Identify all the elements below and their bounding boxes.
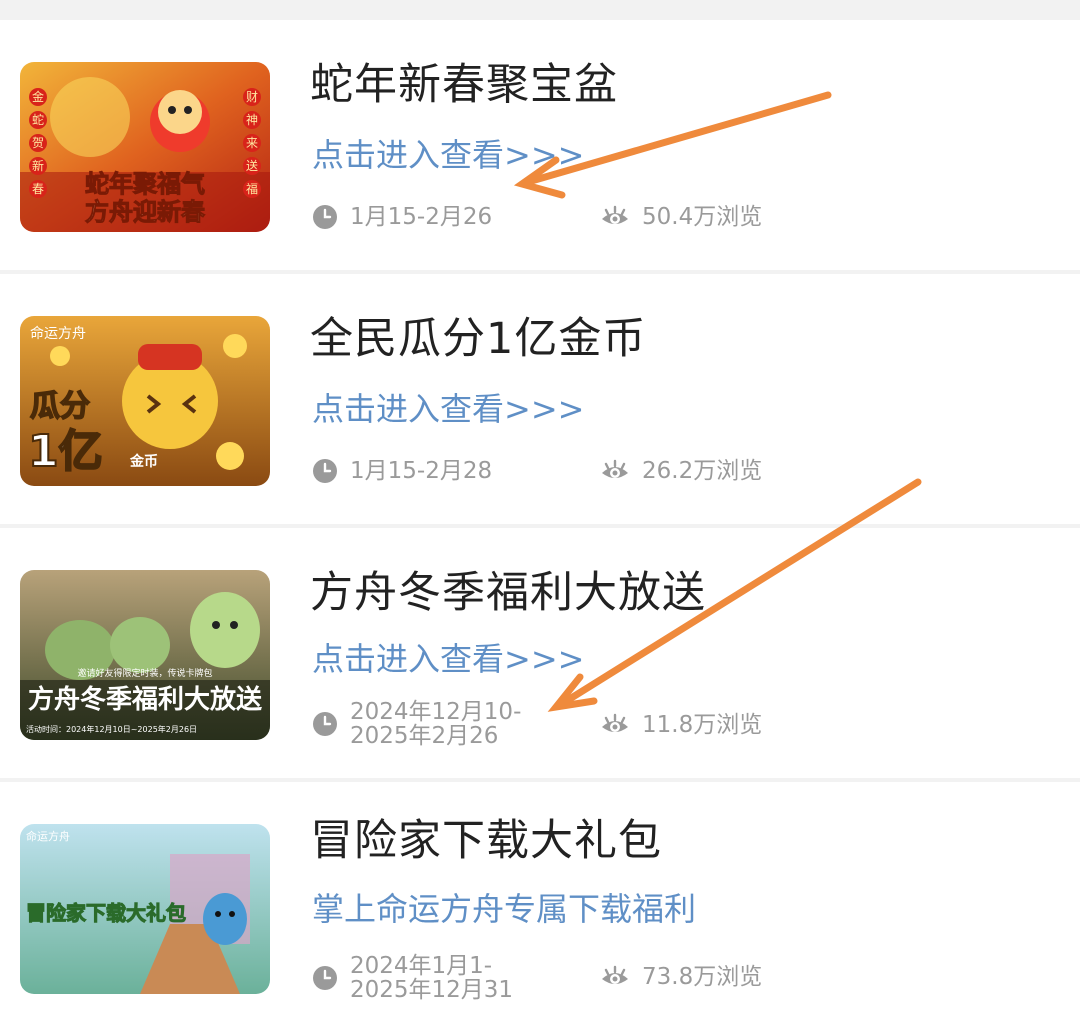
svg-text:蛇: 蛇 — [32, 112, 44, 127]
thumb-caption-3: 金币 — [129, 453, 158, 470]
clock-icon — [313, 712, 337, 736]
thumb-subcaption: 邀请好友得限定时装，传说卡牌包 — [77, 667, 212, 679]
svg-text:来: 来 — [246, 136, 258, 150]
thumb-caption-1: 瓜分 — [30, 389, 90, 424]
activity-thumbnail[interactable]: 命运方舟 瓜分 1亿 金币 — [20, 316, 270, 486]
thumb-caption-2: 1亿 — [28, 426, 103, 477]
activity-title[interactable]: 蛇年新春聚宝盆 — [310, 50, 618, 112]
svg-text:贺: 贺 — [32, 136, 44, 150]
clock-icon — [313, 205, 337, 229]
activity-date: 1月15-2月28 — [312, 458, 492, 484]
activity-title[interactable]: 全民瓜分1亿金币 — [310, 304, 646, 366]
clock-icon — [313, 459, 337, 483]
activity-date: 2024年1月1-2025年12月31 — [312, 954, 550, 1002]
svg-text:金: 金 — [32, 89, 44, 104]
activity-date-text: 2024年12月10-2025年2月26 — [350, 699, 522, 749]
activity-date: 2024年12月10-2025年2月26 — [312, 700, 550, 748]
activity-views-text: 73.8万浏览 — [642, 964, 763, 990]
thumb-caption-2: 方舟迎新春 — [85, 198, 205, 226]
activity-card[interactable]: 邀请好友得限定时装，传说卡牌包 方舟冬季福利大放送 活动时间：2024年12月1… — [0, 528, 1080, 778]
activity-thumbnail[interactable]: 命运方舟 冒险家下载大礼包 — [20, 824, 270, 994]
activity-views-text: 26.2万浏览 — [642, 458, 763, 484]
thumb-caption: 冒险家下载大礼包 — [26, 901, 186, 925]
activity-views: 11.8万浏览 — [600, 712, 762, 738]
activity-date-text: 1月15-2月28 — [350, 458, 493, 484]
activity-link[interactable]: 点击进入查看>>> — [312, 384, 584, 430]
activity-card[interactable]: 命运方舟 瓜分 1亿 金币 全民瓜分1亿金币 点击进入查看>>> 1月15-2月… — [0, 274, 1080, 524]
activity-date-text: 2024年1月1-2025年12月31 — [350, 953, 514, 1003]
eye-icon — [602, 713, 628, 732]
eye-icon — [602, 965, 628, 984]
eye-icon — [602, 205, 628, 224]
activity-views-text: 11.8万浏览 — [642, 712, 763, 738]
activity-date-text: 1月15-2月26 — [350, 204, 493, 230]
activity-link[interactable]: 点击进入查看>>> — [312, 130, 584, 176]
activity-views-text: 50.4万浏览 — [642, 204, 763, 230]
svg-text:春: 春 — [32, 182, 44, 196]
thumb-caption-1: 蛇年聚福气 — [85, 170, 205, 198]
activity-views: 73.8万浏览 — [600, 964, 762, 990]
activity-list-page: 蛇年聚福气 方舟迎新春 金 蛇 贺 新 春 财 神 来 送 福 蛇年新春聚宝盆 … — [0, 0, 1080, 1029]
thumb-brand: 命运方舟 — [26, 829, 70, 843]
activity-link[interactable]: 掌上命运方舟专属下载福利 — [312, 884, 696, 930]
eye-icon — [602, 459, 628, 478]
activity-title[interactable]: 方舟冬季福利大放送 — [310, 558, 706, 620]
svg-text:新: 新 — [32, 158, 44, 173]
activity-link[interactable]: 点击进入查看>>> — [312, 634, 584, 680]
activity-card[interactable]: 蛇年聚福气 方舟迎新春 金 蛇 贺 新 春 财 神 来 送 福 蛇年新春聚宝盆 … — [0, 20, 1080, 270]
activity-title[interactable]: 冒险家下载大礼包 — [310, 806, 662, 868]
svg-text:送: 送 — [246, 158, 258, 173]
activity-views: 26.2万浏览 — [600, 458, 762, 484]
svg-text:福: 福 — [246, 181, 258, 196]
clock-icon — [313, 966, 337, 990]
activity-thumbnail[interactable]: 蛇年聚福气 方舟迎新春 金 蛇 贺 新 春 财 神 来 送 福 — [20, 62, 270, 232]
thumb-brand: 命运方舟 — [30, 325, 86, 342]
thumb-footnote: 活动时间：2024年12月10日~2025年2月26日 — [26, 724, 197, 734]
activity-thumbnail[interactable]: 邀请好友得限定时装，传说卡牌包 方舟冬季福利大放送 活动时间：2024年12月1… — [20, 570, 270, 740]
activity-card[interactable]: 命运方舟 冒险家下载大礼包 冒险家下载大礼包 掌上命运方舟专属下载福利 2024… — [0, 782, 1080, 1029]
svg-text:财: 财 — [246, 90, 258, 104]
activity-views: 50.4万浏览 — [600, 204, 762, 230]
activity-date: 1月15-2月26 — [312, 204, 492, 230]
thumb-caption: 方舟冬季福利大放送 — [28, 684, 262, 715]
svg-text:神: 神 — [246, 113, 258, 127]
